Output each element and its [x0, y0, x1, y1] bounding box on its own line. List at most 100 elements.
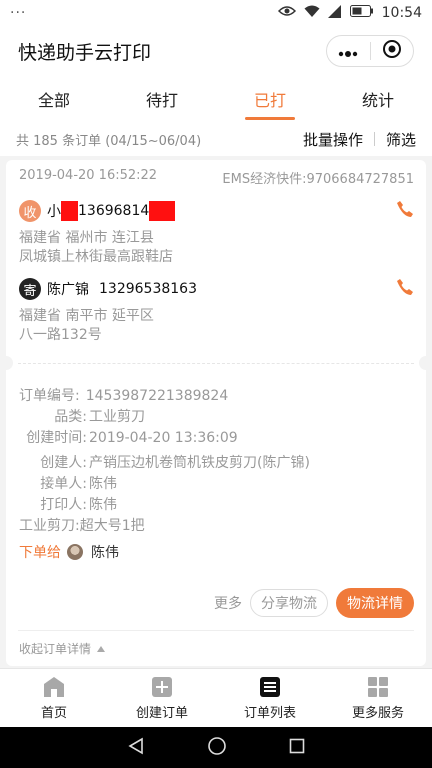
detail-row: 接单人: 陈伟 — [19, 474, 414, 495]
grid-icon — [367, 676, 389, 698]
sender-address-line2: 八一路132号 — [19, 327, 102, 343]
status-time: 10:54 — [381, 5, 422, 21]
close-program-button[interactable] — [371, 39, 414, 63]
recents-square-icon[interactable] — [289, 738, 305, 758]
receiver-address: 福建省 福州市 连江县 凤城镇上林街最高跟鞋店 — [19, 229, 173, 267]
call-receiver-phone-icon[interactable] — [396, 200, 414, 222]
call-sender-phone-icon[interactable] — [396, 278, 414, 300]
receiver-address-line1: 福建省 福州市 连江县 — [19, 230, 154, 246]
printed-time: 2019-04-20 16:52:22 — [19, 168, 158, 183]
redaction-block — [149, 201, 176, 221]
nav-order-list-label: 订单列表 — [243, 705, 296, 721]
list-icon — [259, 676, 281, 698]
detail-value: 陈伟 — [89, 476, 117, 492]
detail-key: 接单人: — [40, 476, 87, 492]
card-divider — [18, 630, 414, 631]
system-navigation-bar — [0, 727, 432, 768]
signal-icon — [327, 4, 342, 22]
collapse-label: 收起订单详情 — [19, 642, 92, 656]
redaction-block — [61, 201, 78, 221]
logistics-detail-button[interactable]: 物流详情 — [336, 588, 414, 618]
action-divider — [373, 132, 375, 146]
nav-order-list[interactable]: 订单列表 — [216, 669, 324, 727]
order-count-text: 共 185 条订单 (04/15~06/04) — [16, 133, 202, 149]
receiver-row: 收 小 13696814 — [19, 200, 414, 222]
detail-key: 品类: — [54, 409, 87, 425]
order-card: 2019-04-20 16:52:22 EMS经济快件:970668472785… — [6, 160, 426, 666]
detail-row: 创建人: 产销压边机卷筒机铁皮剪刀(陈广锦) — [19, 453, 414, 474]
home-circle-icon[interactable] — [207, 736, 227, 760]
battery-icon — [349, 5, 374, 21]
detail-row: 创建时间: 2019-04-20 13:36:09 — [19, 428, 414, 449]
caret-up-icon — [97, 645, 106, 652]
back-icon[interactable] — [127, 737, 145, 759]
home-icon — [43, 676, 65, 698]
detail-key: 订单编号: — [19, 388, 80, 404]
wifi-icon — [304, 5, 320, 22]
order-summary-bar: 共 185 条订单 (04/15~06/04) 批量操作 筛选 — [0, 122, 432, 156]
tab-pending-print[interactable]: 待打 — [108, 76, 216, 122]
nav-create-order[interactable]: 创建订单 — [108, 669, 216, 727]
detail-key: 创建人: — [40, 455, 87, 471]
sender-name-phone: 陈广锦 13296538163 — [47, 279, 197, 299]
bottom-navigation: 首页 创建订单 订单列表 更多服务 — [0, 668, 432, 727]
filter-button[interactable]: 筛选 — [386, 129, 416, 150]
status-bar: ··· 10:54 — [0, 0, 432, 26]
card-notch-right — [419, 356, 426, 370]
receiver-name: 小 — [47, 204, 61, 220]
nav-create-order-label: 创建订单 — [135, 705, 188, 721]
nav-home-label: 首页 — [40, 705, 67, 721]
tab-all[interactable]: 全部 — [0, 76, 108, 122]
target-close-icon — [382, 39, 402, 63]
detail-value: 工业剪刀 — [89, 409, 145, 425]
dashed-divider — [18, 363, 414, 364]
status-dots: ··· — [10, 5, 27, 21]
app-title: 快递助手云打印 — [18, 41, 152, 64]
avatar — [67, 544, 83, 560]
order-tabs: 全部 待打 已打 统计 — [0, 76, 432, 122]
detail-value: 2019-04-20 13:36:09 — [89, 430, 238, 446]
share-logistics-button[interactable]: 分享物流 — [250, 589, 328, 617]
nav-home[interactable]: 首页 — [0, 669, 108, 727]
detail-row: 订单编号: 1453987221389824 — [19, 386, 414, 407]
order-details: 订单编号: 1453987221389824 品类: 工业剪刀 创建时间: 20… — [19, 386, 414, 537]
assign-label: 下单给 — [19, 545, 61, 561]
sender-badge: 寄 — [19, 278, 41, 300]
nav-more-services[interactable]: 更多服务 — [324, 669, 432, 727]
detail-value: 陈伟 — [89, 497, 117, 513]
order-actions: 更多 分享物流 物流详情 — [214, 588, 414, 618]
detail-key: 创建时间: — [26, 430, 87, 446]
nav-more-services-label: 更多服务 — [351, 705, 404, 721]
plus-square-icon — [151, 676, 173, 698]
receiver-name-phone: 小 13696814 — [47, 201, 176, 221]
sender-name: 陈广锦 — [47, 282, 89, 298]
tab-statistics[interactable]: 统计 — [324, 76, 432, 122]
ellipsis-icon — [338, 42, 358, 61]
app-header: 快递助手云打印 — [0, 26, 432, 76]
detail-row: 品类: 工业剪刀 — [19, 407, 414, 428]
sender-address-line1: 福建省 南平市 延平区 — [19, 308, 154, 324]
receiver-phone: 13696814 — [78, 203, 150, 219]
receiver-badge: 收 — [19, 200, 41, 222]
order-card-header: 2019-04-20 16:52:22 EMS经济快件:970668472785… — [19, 168, 414, 187]
detail-value: 1453987221389824 — [85, 388, 229, 404]
eye-icon — [277, 5, 296, 21]
mini-program-capsule — [326, 35, 414, 67]
more-button[interactable]: 更多 — [214, 593, 242, 613]
sender-phone: 13296538163 — [99, 281, 197, 297]
detail-row: 打印人: 陈伟 — [19, 495, 414, 516]
collapse-details-toggle[interactable]: 收起订单详情 — [19, 640, 106, 657]
item-line: 工业剪刀:超大号1把 — [19, 518, 145, 534]
card-notch-left — [6, 356, 13, 370]
sender-address: 福建省 南平市 延平区 八一路132号 — [19, 307, 154, 345]
batch-operation-button[interactable]: 批量操作 — [303, 129, 363, 150]
detail-key: 打印人: — [40, 497, 87, 513]
receiver-address-line2: 凤城镇上林街最高跟鞋店 — [19, 249, 173, 265]
express-tracking: EMS经济快件:9706684727851 — [222, 172, 414, 187]
tab-printed[interactable]: 已打 — [216, 76, 324, 122]
detail-value: 产销压边机卷筒机铁皮剪刀(陈广锦) — [89, 455, 310, 471]
sender-row: 寄 陈广锦 13296538163 — [19, 278, 414, 300]
more-menu-button[interactable] — [327, 42, 370, 61]
assign-name: 陈伟 — [91, 545, 119, 561]
assign-row: 下单给 陈伟 — [19, 542, 119, 562]
